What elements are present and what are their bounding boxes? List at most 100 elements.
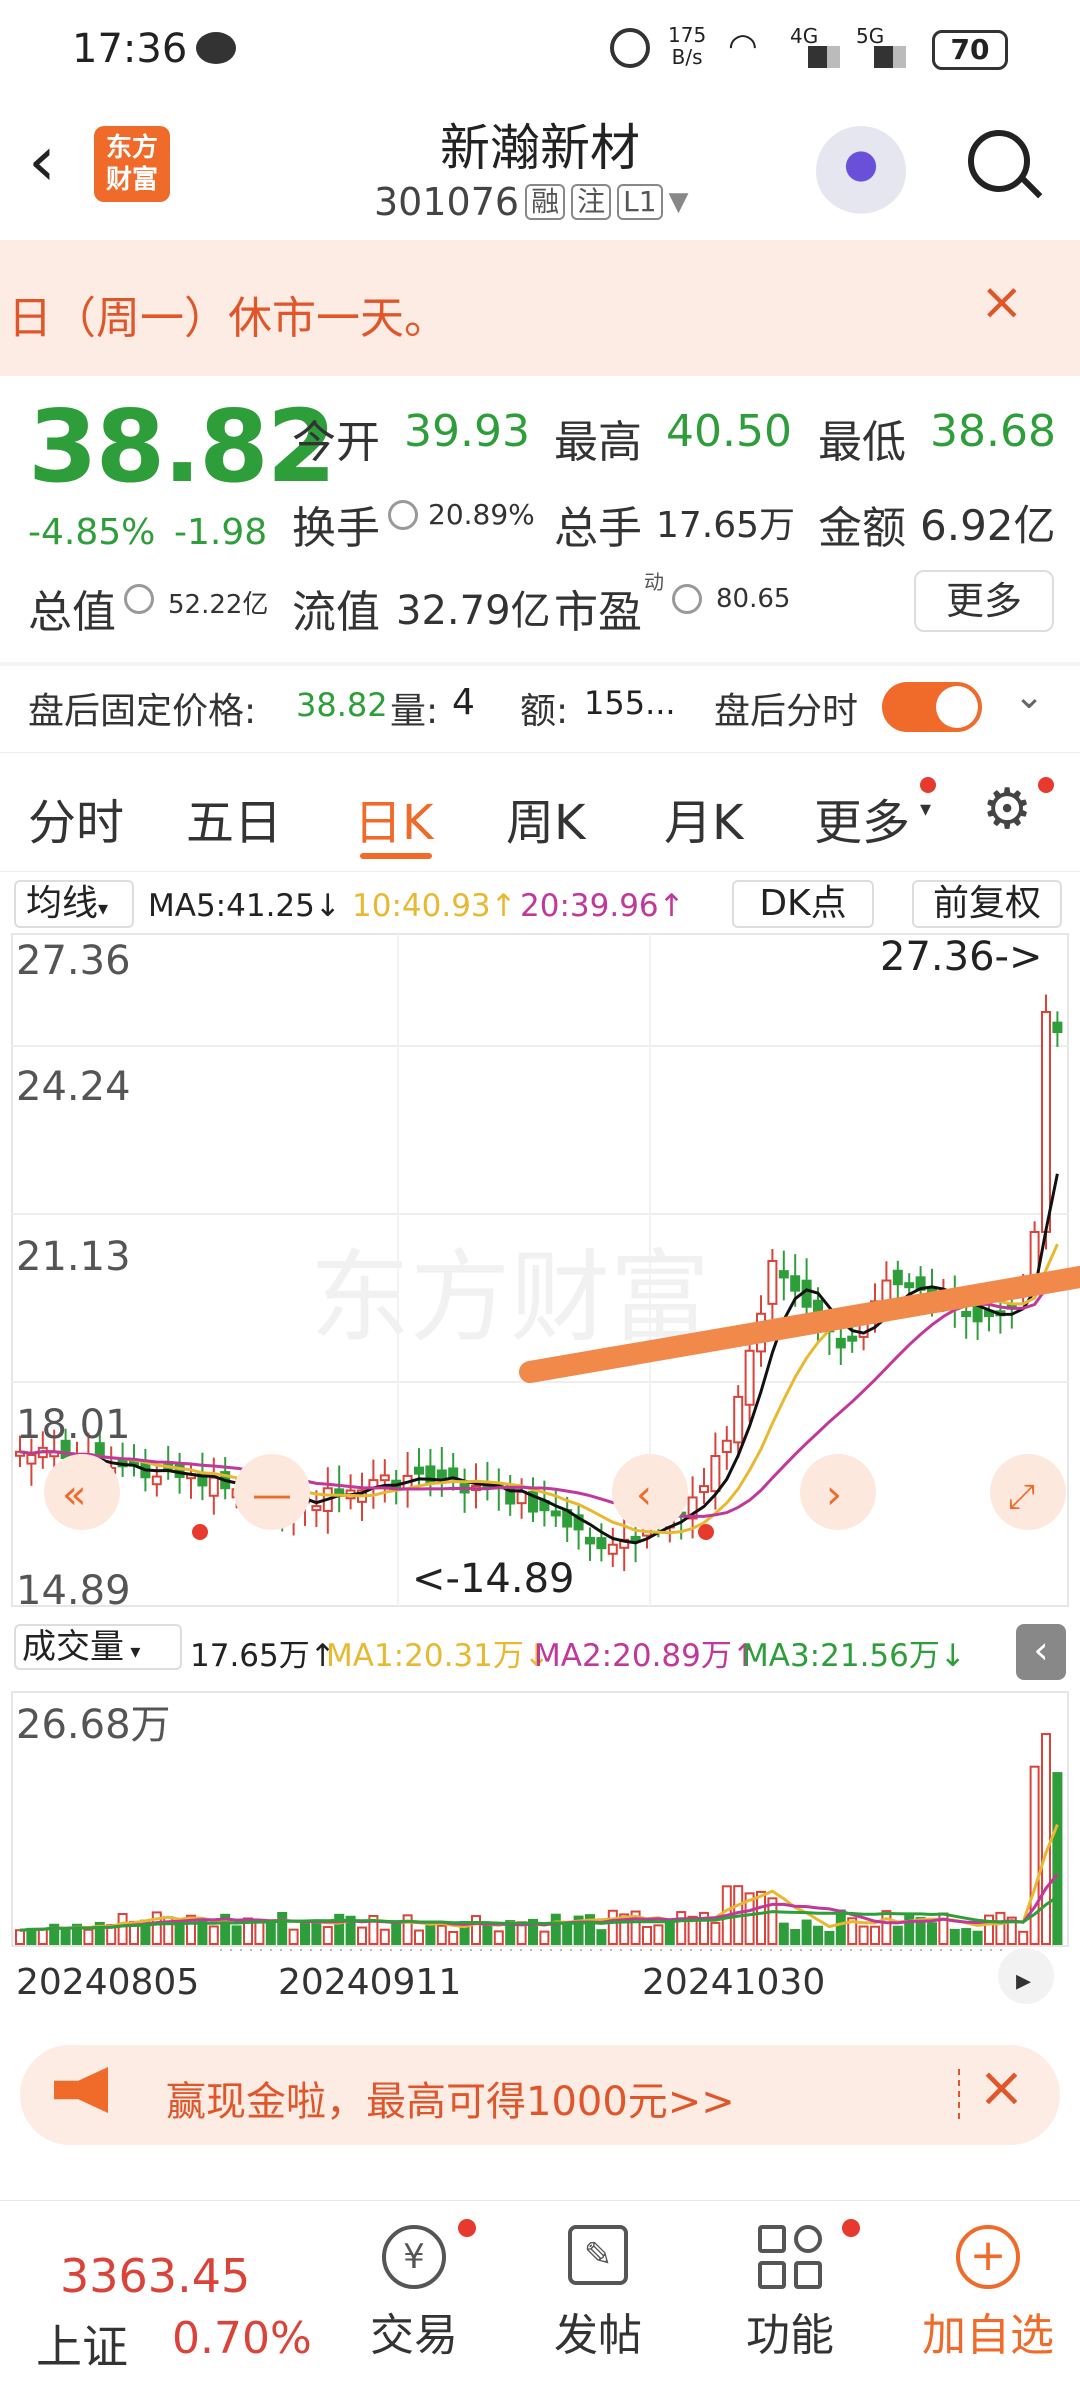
chevron-down-icon[interactable]: ⌄ (1014, 676, 1044, 717)
float-label: 流值 (292, 587, 380, 638)
after-hours-toggle[interactable] (882, 682, 982, 732)
ma-selector[interactable]: 均线▾ (14, 880, 134, 928)
nav-trade[interactable]: ¥ 交易 (354, 2225, 474, 2363)
y-label-4: 18.01 (16, 1402, 131, 1448)
pe-label: 市盈 (554, 587, 642, 638)
stock-code-row[interactable]: 301076 融 注 L1 ▼ (374, 180, 689, 224)
status-bar: 17:36 175 B/s ◠ 4G 5G 70 (0, 0, 1080, 100)
megaphone-icon (54, 2067, 108, 2113)
svg-text:—: — (252, 1472, 292, 1518)
dk-point-button[interactable]: DK点 (732, 880, 874, 928)
promo-banner[interactable]: 赢现金啦，最高可得1000元>> × (20, 2045, 1060, 2145)
signal-bars-icon-2 (874, 46, 906, 68)
period-tabs: 分时 五日 日K 周K 月K 更多 ▾ ⚙ (0, 752, 1080, 872)
nav-add-watchlist[interactable]: + 加自选 (908, 2225, 1068, 2363)
tab-daily-k[interactable]: 日K (354, 783, 433, 853)
stock-header: ‹ 东方 财富 新瀚新材 301076 融 注 L1 ▼ (0, 100, 1080, 240)
svg-text:▸: ▸ (1016, 1963, 1031, 1998)
level-tag: L1 (617, 184, 663, 220)
promo-text: 赢现金啦，最高可得1000元>> (166, 2079, 735, 2125)
float-value: 32.79亿 (396, 588, 551, 634)
svg-text:‹: ‹ (636, 1472, 652, 1518)
index-percent: 0.70% (172, 2313, 312, 2364)
ma-lines (19, 1173, 1059, 1545)
turnover-value: 20.89% (428, 498, 535, 531)
red-dot (920, 777, 936, 793)
notice-text: 日（周一）休市一天。 (8, 293, 448, 344)
index-name[interactable]: 上证 (36, 2311, 128, 2377)
grid-icon (758, 2225, 822, 2289)
low-value: 38.68 (930, 406, 1056, 457)
close-icon[interactable]: × (980, 272, 1024, 332)
tab-monthly-k[interactable]: 月K (664, 783, 743, 853)
edit-icon: ✎ (568, 2225, 628, 2285)
volume-ma-lines (19, 1824, 1059, 1932)
signal-4g-icon: 4G (790, 24, 819, 48)
register-tag: 注 (571, 184, 612, 220)
divider (0, 662, 1080, 666)
after-hours-vol-label: 量: (390, 691, 439, 732)
amount-value: 6.92亿 (920, 501, 1056, 550)
svg-text:›: › (826, 1472, 842, 1518)
date-label-1: 20240805 (16, 1962, 199, 2003)
robot-assistant-icon[interactable] (816, 126, 906, 216)
amount-label: 金额 (818, 503, 906, 554)
change-percent: -4.85% (28, 512, 156, 553)
chat-icon (196, 32, 236, 64)
tab-five-day[interactable]: 五日 (186, 783, 282, 853)
wifi-icon: ◠ (728, 26, 758, 66)
kline-chart-area: 均线▾ MA5:41.25↓ 10:40.93↑ 20:39.96↑ DK点 前… (0, 872, 1080, 2022)
adjust-button[interactable]: 前复权 (912, 880, 1062, 928)
signal-bars-icon (808, 46, 840, 68)
kline-svg[interactable]: 东方财富 27.36 24.24 21.13 18.01 14.89 27.36… (0, 932, 1080, 2022)
info-icon-2[interactable] (124, 584, 154, 614)
tab-weekly-k[interactable]: 周K (506, 783, 585, 853)
page-title: 新瀚新材 (440, 119, 640, 177)
more-button[interactable]: 更多 (914, 570, 1054, 632)
plus-icon: + (956, 2225, 1020, 2289)
after-hours-price: 38.82 (296, 686, 388, 724)
promo-divider (958, 2069, 960, 2119)
status-time: 17:36 (72, 26, 188, 72)
battery-icon: 70 (932, 30, 1008, 70)
close-icon-2[interactable]: × (978, 2055, 1025, 2120)
after-hours-amt-label: 额: (520, 691, 569, 732)
volume-value: 17.65万↑ (190, 1638, 336, 1674)
tab-more[interactable]: 更多 (814, 783, 910, 853)
mcap-label: 总值 (28, 587, 116, 638)
open-label: 今开 (292, 417, 380, 468)
search-icon[interactable] (968, 130, 1030, 192)
svg-text:⤢: ⤢ (1008, 1477, 1035, 1517)
info-icon-3[interactable] (672, 584, 702, 614)
dropdown-icon: ▼ (668, 187, 689, 217)
pe-value: 80.65 (716, 584, 791, 614)
nav-post[interactable]: ✎ 发帖 (538, 2225, 658, 2363)
more-dropdown-icon: ▾ (920, 797, 932, 822)
ma10-value: 10:40.93↑ (352, 888, 517, 924)
mcap-value: 52.22亿 (168, 590, 269, 620)
last-price: 38.82 (28, 388, 336, 505)
volume-label: 总手 (554, 503, 642, 554)
y-label-bottom: 14.89 (16, 1568, 131, 1614)
svg-text:东方财富: 东方财富 (310, 1239, 710, 1356)
yen-icon: ¥ (382, 2225, 446, 2289)
margin-tag: 融 (525, 184, 566, 220)
high-marker: 27.36-> (880, 934, 1042, 980)
index-value[interactable]: 3363.45 (60, 2249, 250, 2303)
pe-sup: 动 (644, 570, 664, 594)
red-dot-3 (458, 2219, 476, 2237)
gear-icon[interactable]: ⚙ (982, 777, 1032, 842)
y-label-2: 24.24 (16, 1064, 131, 1110)
collapse-panel-button[interactable]: ‹ (1016, 1624, 1066, 1680)
ma20-value: 20:39.96↑ (520, 888, 685, 924)
after-hours-tick-label: 盘后分时 (714, 691, 859, 732)
info-icon[interactable] (388, 500, 418, 530)
tab-intraday[interactable]: 分时 (28, 783, 124, 853)
after-hours-label: 盘后固定价格: (28, 691, 257, 732)
tab-indicator (360, 853, 432, 859)
change-amount: -1.98 (174, 512, 268, 553)
volume-selector[interactable]: 成交量 ▾ (14, 1624, 182, 1670)
after-hours-amt: 155... (584, 684, 676, 722)
nav-function[interactable]: 功能 (730, 2225, 850, 2363)
notice-banner[interactable]: 日（周一）休市一天。 × (0, 240, 1080, 376)
